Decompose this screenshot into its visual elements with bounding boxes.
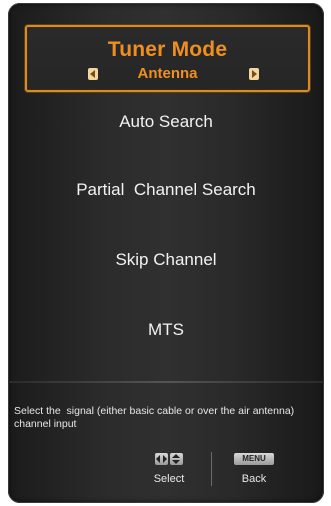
- left-right-arrows-icon: [155, 453, 168, 466]
- menu-item-skip-channel[interactable]: Skip Channel: [8, 250, 324, 270]
- menu-item-auto-search[interactable]: Auto Search: [8, 112, 324, 132]
- menu-item-partial-channel-search[interactable]: Partial Channel Search: [8, 180, 324, 200]
- select-label: Select: [153, 473, 185, 486]
- back-label: Back: [241, 473, 267, 486]
- arrow-right-icon[interactable]: [249, 68, 259, 80]
- select-hint: Select: [144, 453, 194, 485]
- tuner-mode-selector[interactable]: Tuner Mode Antenna: [25, 25, 310, 92]
- tuner-mode-title: Tuner Mode: [107, 38, 228, 61]
- back-hint[interactable]: MENU Back: [230, 453, 278, 485]
- tuner-mode-value: Antenna: [137, 65, 198, 82]
- help-text: Select the signal (either basic cable or…: [14, 405, 298, 430]
- menu-item-mts[interactable]: MTS: [8, 320, 324, 340]
- menu-button-icon: MENU: [234, 453, 274, 466]
- hint-separator: [211, 452, 212, 486]
- up-down-arrows-icon: [170, 453, 183, 466]
- tv-settings-menu: Tuner Mode Antenna Auto Search Partial C…: [8, 3, 324, 503]
- divider: [8, 381, 324, 383]
